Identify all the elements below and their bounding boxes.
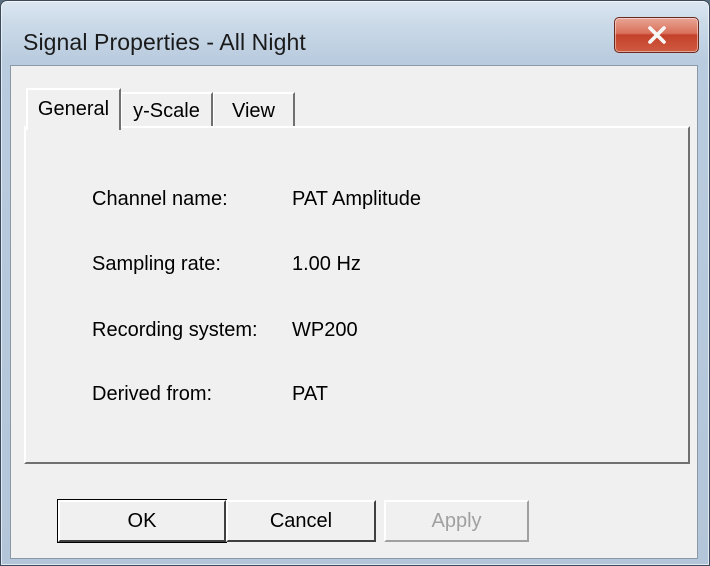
tab-general[interactable]: General [26,88,121,130]
title-bar[interactable]: Signal Properties - All Night [1,1,709,65]
recording-system-label: Recording system: [92,319,258,341]
sampling-rate-value: 1.00 Hz [292,253,361,275]
general-tab-panel: Channel name: PAT Amplitude Sampling rat… [24,126,690,464]
tab-y-scale[interactable]: y-Scale [121,92,213,128]
channel-name-label: Channel name: [92,188,228,210]
dialog-client-area: General y-Scale View Channel name: PAT A… [10,65,698,559]
close-x-icon [648,26,666,44]
ok-button[interactable]: OK [57,499,227,543]
derived-from-label: Derived from: [92,383,213,405]
derived-from-value: PAT [292,383,328,405]
recording-system-value: WP200 [292,319,358,341]
tab-view[interactable]: View [213,92,295,128]
close-button[interactable] [614,17,699,53]
signal-properties-dialog: Signal Properties - All Night General y-… [0,0,710,566]
sampling-rate-label: Sampling rate: [92,253,221,275]
apply-button[interactable]: Apply [384,500,529,542]
channel-name-value: PAT Amplitude [292,188,421,210]
cancel-button[interactable]: Cancel [226,500,376,542]
window-title: Signal Properties - All Night [23,29,306,55]
